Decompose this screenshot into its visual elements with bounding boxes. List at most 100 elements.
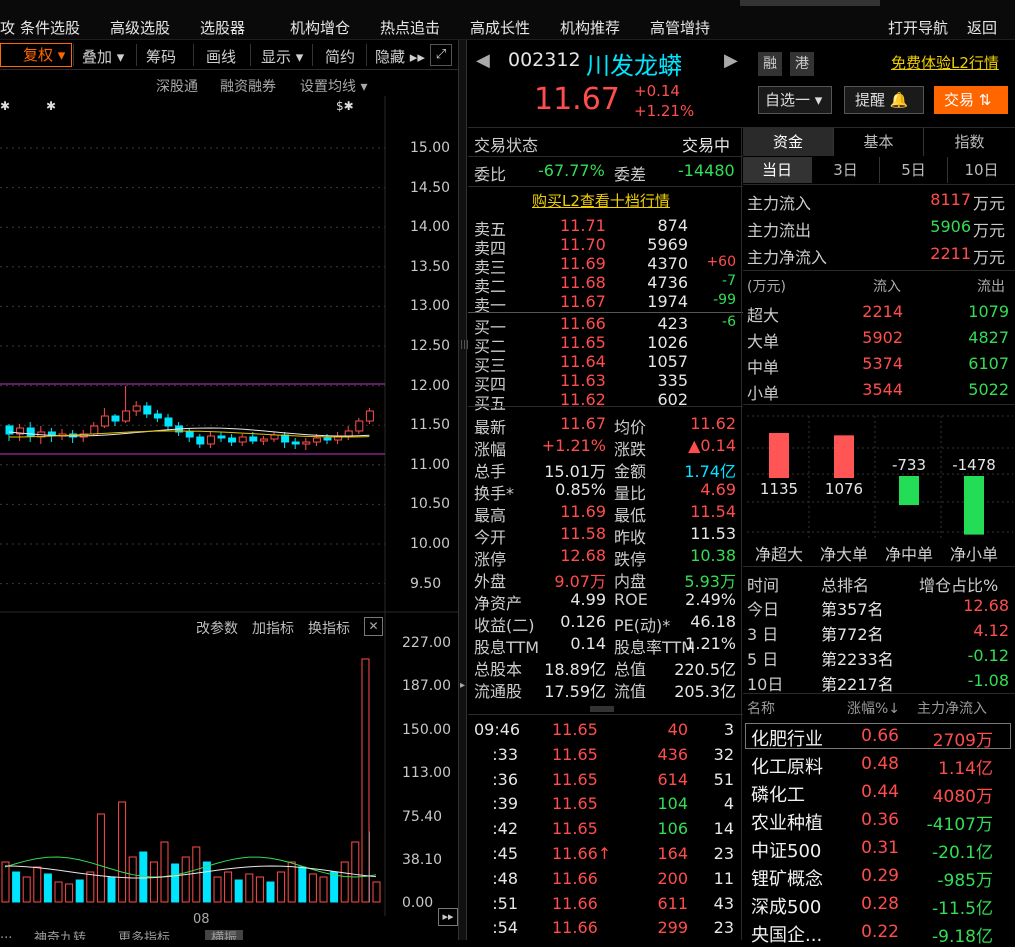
volume-bar <box>118 801 127 903</box>
tick-time: :51 <box>492 893 518 913</box>
rank-ratio: 4.12 <box>973 621 1009 640</box>
candle-body <box>111 415 120 422</box>
period-tab-10d[interactable]: 10日 <box>947 157 1015 183</box>
stat-label: 流通股 <box>474 682 523 701</box>
menu-item-gaoji[interactable]: 高级选股 <box>110 17 170 38</box>
gang-badge[interactable]: 港 <box>790 52 814 76</box>
candle-body <box>164 417 173 427</box>
price-pct: +1.21% <box>634 102 695 120</box>
sector-flow: 2709万 <box>932 731 993 751</box>
period-tab-3d[interactable]: 3日 <box>811 157 879 183</box>
menu-item-gaochengzhang[interactable]: 高成长性 <box>470 17 530 38</box>
flow-row-out: 5022 <box>968 380 1009 399</box>
menu-item-back[interactable]: 返回 <box>967 17 997 38</box>
sector-flow: 4080万 <box>932 787 993 807</box>
rong-badge[interactable]: 融 <box>758 52 782 76</box>
flow-row-out: 4827 <box>968 328 1009 347</box>
sector-name: 中证500 <box>751 841 822 862</box>
xianshi-button[interactable]: 显示 ▾ <box>261 46 303 67</box>
tick-volume: 299 <box>657 918 688 938</box>
collapse-handle[interactable] <box>590 706 614 712</box>
bottom-tab[interactable]: 横振 <box>205 930 244 940</box>
rank-ratio: -0.12 <box>967 646 1009 665</box>
l2-trial-link[interactable]: 免费体验L2行情 <box>891 52 999 73</box>
bottom-tab[interactable]: 神奇九转 <box>34 930 86 940</box>
menu-item-xuanguqi[interactable]: 选股器 <box>200 17 245 38</box>
candle-body <box>323 437 332 441</box>
stat-value: 11.58 <box>560 524 606 543</box>
fullscreen-icon[interactable]: ⤢ <box>430 44 452 66</box>
tab-zhishu[interactable]: 指数 <box>923 128 1015 156</box>
tick-price: 11.65 <box>552 720 598 739</box>
fuquan-button[interactable]: 复权 ▾ <box>0 43 72 67</box>
close-icon[interactable]: ✕ <box>364 617 383 636</box>
tick-price: 11.66 <box>552 893 598 913</box>
net-bar-label: -733 <box>892 456 926 474</box>
next-stock-icon[interactable]: ▶ <box>724 50 738 71</box>
candle-body <box>302 441 311 445</box>
menu-item-tuijian[interactable]: 机构推荐 <box>560 17 620 38</box>
tab-zijin[interactable]: 资金 <box>743 128 833 156</box>
menu-item-daohang[interactable]: 打开导航 <box>888 17 948 38</box>
panel-splitter[interactable]: ||| ▸ <box>458 40 469 940</box>
sector-pct: 0.31 <box>861 838 899 858</box>
net-bar-category: 净超大 <box>755 545 803 564</box>
sector-pct: 0.36 <box>861 810 899 830</box>
volume-bar <box>107 876 116 903</box>
tab-jiben[interactable]: 基本 <box>833 128 923 156</box>
bottom-tab[interactable]: 更多指标 <box>118 930 170 940</box>
menu-item-gaoguan[interactable]: 高管增持 <box>650 17 710 38</box>
chouma-button[interactable]: 筹码 <box>146 46 176 67</box>
menu-item-redian[interactable]: 热点追击 <box>380 17 440 38</box>
net-bar-label: 1135 <box>760 480 798 498</box>
huaxian-button[interactable]: 画线 <box>206 46 236 67</box>
jianyue-button[interactable]: 简约 <box>325 46 355 67</box>
gaicanshu-button[interactable]: 改参数 <box>196 618 238 638</box>
menu-item-0[interactable]: 攻 <box>0 17 15 38</box>
fund-flow-panel: 资金 基本 指数 当日 3日 5日 10日 主力流入 8117 万元 主力流出 5906… <box>743 128 1015 947</box>
junxian-settings[interactable]: 设置均线 ▾ <box>300 76 367 96</box>
candle-body <box>365 410 374 422</box>
shengutong-link[interactable]: 深股通 <box>156 76 198 96</box>
net-bar-label: 1076 <box>825 480 863 498</box>
price-change: +0.14 <box>634 82 680 100</box>
volume-bar <box>128 856 137 903</box>
volume-bar <box>298 866 307 903</box>
jiazhibiao-button[interactable]: 加指标 <box>252 618 294 638</box>
volume-bar <box>361 658 370 903</box>
volume-bar <box>213 876 222 903</box>
jiaoyi-button[interactable]: 交易 ⇅ <box>934 86 1008 114</box>
scroll-right-icon[interactable]: ▸▸ <box>438 908 458 926</box>
volume-bar <box>287 861 296 903</box>
sell-order-price: 11.67 <box>560 292 606 311</box>
tick-count: 23 <box>713 918 734 938</box>
yincang-button[interactable]: 隐藏 ▸▸ <box>375 46 425 67</box>
period-tab-5d[interactable]: 5日 <box>879 157 947 183</box>
tick-count: 3 <box>723 720 734 739</box>
rank-value: 第357名 <box>821 600 884 619</box>
bottom-tab[interactable]: ... <box>0 930 12 940</box>
period-tab-today[interactable]: 当日 <box>743 157 811 183</box>
rank-value: 第772名 <box>821 625 884 644</box>
tixing-button[interactable]: 提醒 🔔 <box>844 86 924 114</box>
zixuan-button[interactable]: 自选一 ▾ <box>758 86 832 114</box>
menu-item-jigou[interactable]: 机构增仓 <box>290 17 350 38</box>
buy-order-price: 11.66 <box>560 314 606 333</box>
flow-row-out: 1079 <box>968 302 1009 321</box>
price-tick: 12.50 <box>410 338 451 354</box>
huanzhibiao-button[interactable]: 换指标 <box>308 618 350 638</box>
rongzi-link[interactable]: 融资融券 <box>220 76 276 96</box>
sector-name: 央国企... <box>751 925 823 946</box>
candle-body <box>153 413 162 419</box>
toolbar-divider <box>136 44 137 66</box>
buy-l2-link[interactable]: 购买L2查看十档行情 <box>532 190 670 211</box>
diejia-button[interactable]: 叠加 ▾ <box>82 46 124 67</box>
volume-bar <box>319 876 328 903</box>
sector-header[interactable]: 涨幅%↓ <box>847 698 900 718</box>
menu-item-tiaojian[interactable]: 条件选股 <box>20 17 80 38</box>
stat-label: 涨幅 <box>474 440 507 459</box>
wecha-value: -14480 <box>678 161 735 180</box>
order-book-panel: 交易状态 交易中 委比 -67.77% 委差 -14480 购买L2查看十档行情… <box>468 128 743 940</box>
prev-stock-icon[interactable]: ◀ <box>476 50 490 71</box>
sector-flow: -11.5亿 <box>932 899 993 919</box>
